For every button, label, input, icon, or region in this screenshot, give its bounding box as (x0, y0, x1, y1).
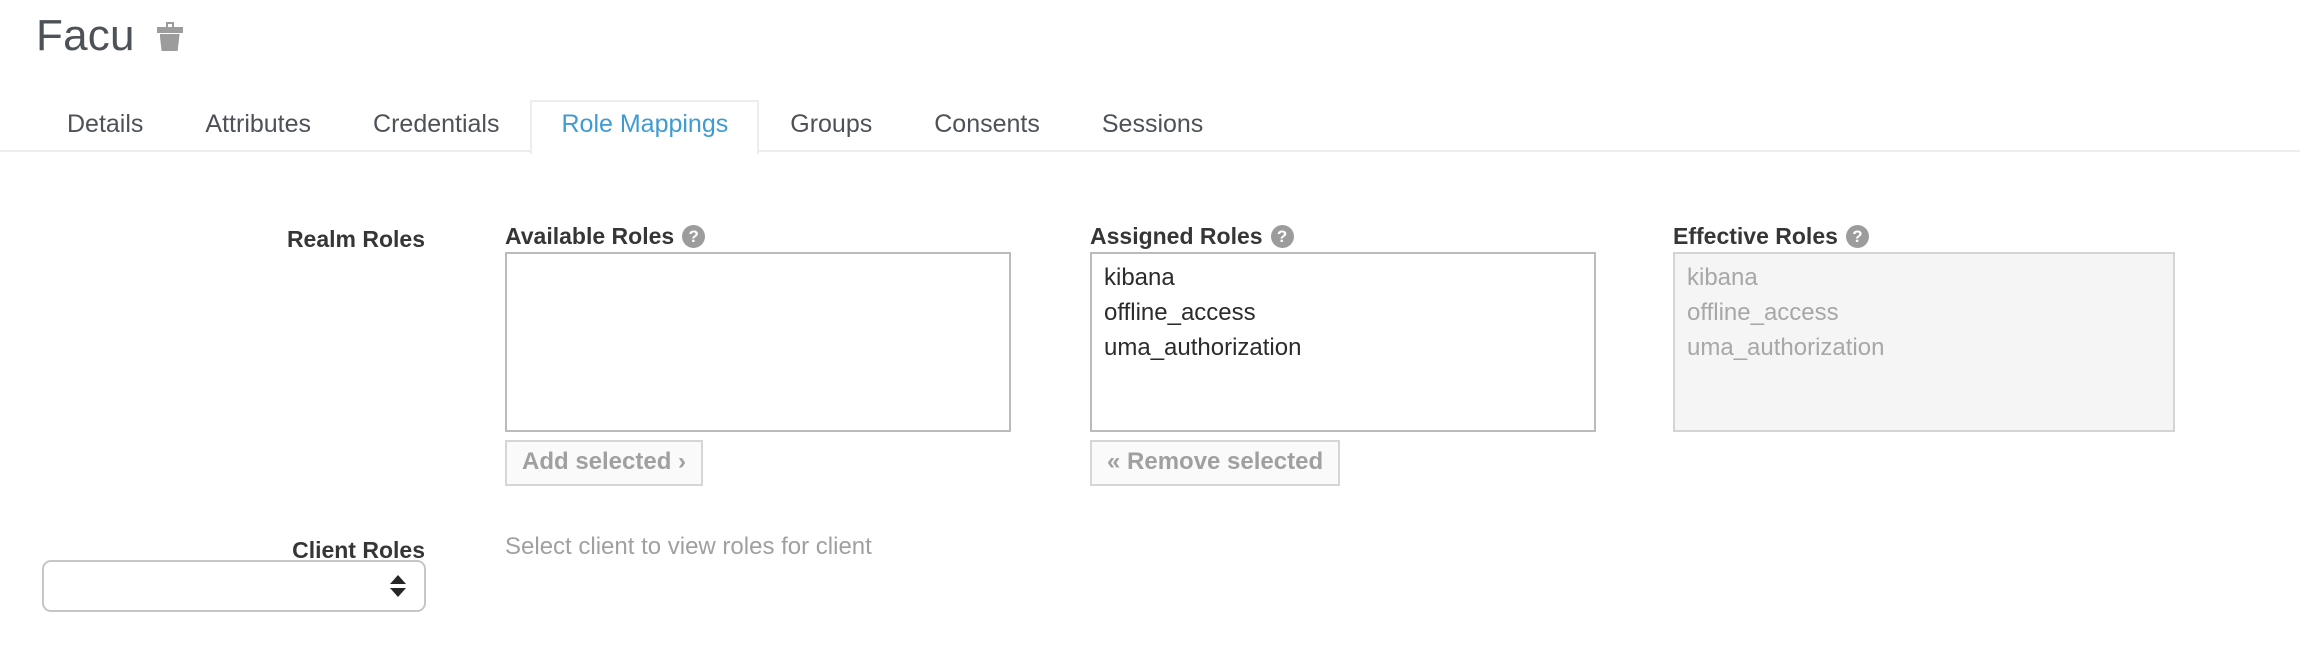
tab-bar: Details Attributes Credentials Role Mapp… (0, 98, 2300, 154)
chevron-down-icon (390, 588, 406, 597)
page-title: Facu (36, 11, 135, 60)
tab-strip: Details Attributes Credentials Role Mapp… (36, 98, 1234, 154)
list-item: uma_authorization (1687, 334, 1885, 361)
select-stepper-icon (390, 575, 406, 597)
assigned-roles-listbox[interactable]: kibana offline_access uma_authorization (1090, 252, 1596, 432)
effective-roles-listbox: kibana offline_access uma_authorization (1673, 252, 2175, 432)
help-circle-icon[interactable]: ? (682, 225, 706, 248)
tab-sessions[interactable]: Sessions (1071, 100, 1234, 152)
trash-body (159, 34, 180, 51)
tab-credentials[interactable]: Credentials (342, 100, 530, 152)
effective-roles-label: Effective Roles ? (1673, 225, 1869, 248)
tab-role-mappings[interactable]: Role Mappings (530, 100, 760, 154)
available-roles-label: Available Roles ? (505, 223, 706, 249)
add-selected-button[interactable]: Add selected › (505, 440, 704, 487)
help-circle-icon[interactable]: ? (1270, 225, 1294, 248)
trash-icon[interactable] (156, 21, 183, 51)
effective-roles-label-text: Effective Roles (1673, 223, 1838, 249)
client-roles-label: Client Roles (292, 537, 425, 563)
tab-attributes[interactable]: Attributes (174, 100, 342, 152)
list-item[interactable]: offline_access (1092, 295, 1594, 330)
remove-selected-button[interactable]: « Remove selected (1090, 440, 1341, 487)
available-roles-listbox[interactable] (505, 252, 1011, 432)
list-item[interactable]: uma_authorization (1092, 330, 1594, 365)
trash-lid (156, 27, 183, 33)
client-roles-select[interactable] (42, 560, 426, 612)
list-item: offline_access (1687, 299, 1839, 326)
page-header: Facu (36, 14, 183, 58)
available-roles-label-text: Available Roles (505, 223, 675, 249)
client-roles-hint: Select client to view roles for client (505, 533, 872, 560)
assigned-roles-label-text: Assigned Roles (1090, 223, 1263, 249)
help-circle-icon[interactable]: ? (1845, 225, 1869, 248)
list-item: kibana (1687, 264, 1758, 291)
assigned-roles-label: Assigned Roles ? (1090, 225, 1294, 248)
tab-groups[interactable]: Groups (759, 100, 903, 152)
realm-roles-label: Realm Roles (286, 226, 425, 252)
tab-consents[interactable]: Consents (903, 100, 1071, 152)
tab-details[interactable]: Details (36, 100, 174, 152)
list-item[interactable]: kibana (1092, 260, 1594, 295)
chevron-up-icon (390, 575, 406, 584)
